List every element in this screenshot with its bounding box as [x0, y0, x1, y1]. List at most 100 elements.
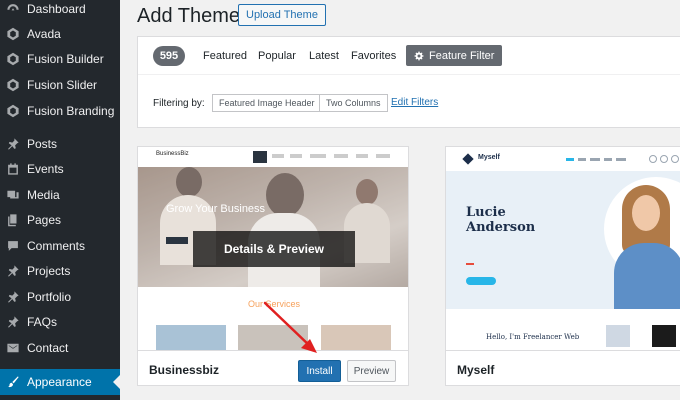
- pin-icon: [6, 315, 20, 329]
- details-preview-overlay[interactable]: Details & Preview: [193, 231, 355, 267]
- screenshot-social-icon: [671, 155, 679, 163]
- screenshot-logo: BusinessBiz: [156, 151, 189, 157]
- filter-tag-two-columns: Two Columns: [319, 94, 388, 112]
- sidebar-item-label: Contact: [27, 341, 69, 355]
- filter-tabs-row: 595 Featured Popular Latest Favorites Fe…: [138, 37, 680, 75]
- brush-icon: [6, 375, 20, 389]
- fusion-builder-icon: [6, 52, 20, 66]
- screenshot-accent-line: [466, 263, 474, 265]
- sidebar-item-avada[interactable]: Avada: [0, 22, 120, 46]
- sidebar-item-label: Appearance: [27, 375, 92, 389]
- sidebar-item-fusion-slider[interactable]: Fusion Slider: [0, 73, 120, 97]
- sidebar-item-label: Dashboard: [27, 2, 86, 16]
- pin-icon: [6, 290, 20, 304]
- sidebar-item-label: Media: [27, 188, 60, 202]
- screenshot-service-thumb: [321, 325, 391, 350]
- screenshot-logo-mark: [462, 153, 474, 165]
- hero-portrait-face: [632, 195, 660, 231]
- screenshot-menu-item: [566, 158, 574, 161]
- pin-icon: [6, 137, 20, 151]
- sidebar-item-dashboard[interactable]: Dashboard: [0, 0, 120, 21]
- hero-title-line: Lucie: [466, 205, 506, 220]
- theme-screenshot[interactable]: Myself Lucie Anderson Hello, I'm Freelan…: [446, 147, 680, 350]
- tab-latest[interactable]: Latest: [309, 50, 339, 62]
- sidebar-item-label: Events: [27, 162, 64, 176]
- theme-card-myself[interactable]: Myself Lucie Anderson Hello, I'm Freelan…: [445, 146, 680, 386]
- screenshot-hero-button: [466, 277, 496, 285]
- sidebar-item-label: Comments: [27, 239, 86, 253]
- screenshot-logo: Myself: [478, 154, 500, 161]
- red-arrow-annotation: [263, 301, 317, 353]
- screenshot-navbar: BusinessBiz: [138, 147, 408, 167]
- screenshot-hero-title: Lucie Anderson: [466, 205, 535, 235]
- screenshot-lower-image: [606, 325, 630, 347]
- screenshot-menu-item: [616, 158, 626, 161]
- hero-portrait-body: [614, 243, 680, 309]
- install-button[interactable]: Install: [298, 360, 341, 382]
- page-title: Add Themes: [137, 5, 251, 27]
- sidebar-item-pages[interactable]: Pages: [0, 208, 120, 232]
- filter-tag-featured-image-header: Featured Image Header: [212, 94, 322, 112]
- sidebar-item-label: Fusion Slider: [27, 78, 98, 92]
- theme-name: Businessbiz: [149, 363, 220, 377]
- filtering-by-label: Filtering by:: [153, 98, 205, 109]
- sidebar-item-faqs[interactable]: FAQs: [0, 310, 120, 334]
- screenshot-hero-button: [166, 237, 188, 244]
- fusion-branding-icon: [6, 104, 20, 118]
- sidebar-item-appearance[interactable]: Appearance: [0, 369, 120, 395]
- screenshot-social-icon: [660, 155, 668, 163]
- screenshot-menu-item: [376, 154, 390, 158]
- sidebar-item-portfolio[interactable]: Portfolio: [0, 285, 120, 309]
- screenshot-menu-item: [334, 154, 348, 158]
- sidebar-item-label: FAQs: [27, 315, 58, 329]
- screenshot-menu-item: [604, 158, 612, 161]
- sidebar-item-label: Pages: [27, 213, 62, 227]
- screenshot-lower-text: Hello, I'm Freelancer Web: [486, 333, 580, 341]
- active-menu-arrow: [113, 375, 120, 389]
- sidebar-item-projects[interactable]: Projects: [0, 259, 120, 283]
- screenshot-service-thumb: [156, 325, 226, 350]
- theme-count-badge: 595: [153, 46, 185, 66]
- screenshot-menu-item: [310, 154, 326, 158]
- pin-icon: [6, 264, 20, 278]
- sidebar-item-posts[interactable]: Posts: [0, 132, 120, 156]
- sidebar-item-fusion-branding[interactable]: Fusion Branding: [0, 99, 120, 123]
- screenshot-lower-image: [652, 325, 676, 347]
- tab-featured[interactable]: Featured: [203, 50, 247, 62]
- screenshot-navbar: Myself: [446, 147, 680, 171]
- calendar-icon: [6, 162, 20, 176]
- sidebar-item-contact[interactable]: Contact: [0, 336, 120, 360]
- screenshot-lower-section: [446, 309, 680, 350]
- hero-title-line: Anderson: [466, 220, 536, 235]
- screenshot-menu-item: [290, 154, 302, 158]
- sidebar-item-label: Fusion Builder: [27, 52, 104, 66]
- avada-icon: [6, 27, 20, 41]
- comments-icon: [6, 239, 20, 253]
- preview-button[interactable]: Preview: [347, 360, 396, 382]
- tab-popular[interactable]: Popular: [258, 50, 296, 62]
- pages-icon: [6, 213, 20, 227]
- media-icon: [6, 188, 20, 202]
- screenshot-menu-item: [356, 154, 368, 158]
- screenshot-hero: Lucie Anderson: [446, 171, 680, 309]
- screenshot-social-icon: [649, 155, 657, 163]
- edit-filters-link[interactable]: Edit Filters: [391, 97, 438, 108]
- screenshot-hero-title: Grow Your Business: [166, 203, 266, 215]
- upload-theme-button[interactable]: Upload Theme: [238, 4, 326, 26]
- admin-sidebar: Dashboard Avada Fusion Builder Fusion Sl…: [0, 0, 120, 400]
- sidebar-item-label: Avada: [27, 27, 61, 41]
- theme-card-footer: Myself: [446, 350, 680, 385]
- theme-name: Myself: [457, 363, 495, 377]
- sidebar-item-events[interactable]: Events: [0, 157, 120, 181]
- screenshot-menu-item: [272, 154, 284, 158]
- sidebar-item-fusion-builder[interactable]: Fusion Builder: [0, 47, 120, 71]
- screenshot-menu-item: [590, 158, 600, 161]
- sidebar-item-media[interactable]: Media: [0, 183, 120, 207]
- dashboard-icon: [6, 2, 20, 16]
- sidebar-item-label: Portfolio: [27, 290, 72, 304]
- feature-filter-button[interactable]: Feature Filter: [406, 45, 503, 66]
- sidebar-item-label: Fusion Branding: [27, 104, 115, 118]
- tab-favorites[interactable]: Favorites: [351, 50, 396, 62]
- sidebar-item-comments[interactable]: Comments: [0, 234, 120, 258]
- screenshot-menu-item: [578, 158, 586, 161]
